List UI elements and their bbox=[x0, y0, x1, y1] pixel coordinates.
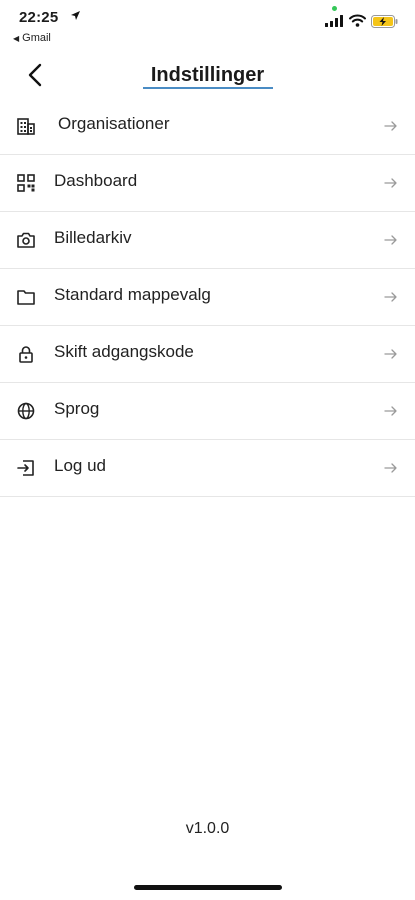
cellular-signal-icon bbox=[325, 15, 343, 27]
title-underline bbox=[143, 87, 273, 89]
menu-item-label: Dashboard bbox=[54, 171, 138, 190]
menu-item-label: Standard mappevalg bbox=[54, 285, 211, 304]
location-arrow-icon bbox=[71, 11, 80, 20]
arrow-right-icon bbox=[384, 121, 397, 131]
battery-charging-icon bbox=[371, 15, 398, 28]
arrow-right-icon bbox=[384, 292, 397, 302]
wifi-icon bbox=[349, 14, 366, 27]
menu-item-sprog[interactable]: Sprog bbox=[0, 383, 415, 440]
settings-menu: Organisationer Dashboard Billedarkiv Sta… bbox=[0, 98, 415, 497]
menu-item-label: Organisationer bbox=[58, 114, 170, 133]
menu-item-label: Sprog bbox=[54, 399, 100, 418]
menu-item-skift-adgangskode[interactable]: Skift adgangskode bbox=[0, 326, 415, 383]
menu-item-label: Log ud bbox=[54, 456, 106, 475]
menu-item-standard-mappevalg[interactable]: Standard mappevalg bbox=[0, 269, 415, 326]
lock-icon bbox=[19, 346, 33, 363]
menu-item-organisationer[interactable]: Organisationer bbox=[0, 98, 415, 155]
page-title: Indstillinger bbox=[150, 64, 265, 86]
home-indicator[interactable] bbox=[134, 885, 282, 890]
camera-icon bbox=[17, 232, 35, 248]
menu-item-dashboard[interactable]: Dashboard bbox=[0, 155, 415, 212]
menu-item-label: Skift adgangskode bbox=[54, 342, 194, 361]
status-bar: 22:25 ◀ Gmail bbox=[0, 0, 415, 50]
back-triangle-icon: ◀ bbox=[13, 34, 20, 43]
logout-icon bbox=[17, 460, 34, 476]
navigation-bar: Indstillinger bbox=[0, 52, 415, 100]
menu-item-log-ud[interactable]: Log ud bbox=[0, 440, 415, 497]
app-version: v1.0.0 bbox=[185, 820, 230, 837]
camera-in-use-indicator bbox=[332, 6, 337, 11]
status-time: 22:25 bbox=[19, 9, 59, 26]
arrow-right-icon bbox=[384, 235, 397, 245]
qr-grid-icon bbox=[17, 174, 35, 192]
arrow-right-icon bbox=[384, 178, 397, 188]
arrow-right-icon bbox=[384, 406, 397, 416]
building-icon bbox=[17, 118, 35, 135]
menu-item-label: Billedarkiv bbox=[54, 228, 132, 247]
arrow-right-icon bbox=[384, 463, 397, 473]
arrow-right-icon bbox=[384, 349, 397, 359]
back-app-label: Gmail bbox=[22, 32, 51, 44]
back-to-app-link[interactable]: ◀ Gmail bbox=[13, 32, 51, 44]
menu-item-billedarkiv[interactable]: Billedarkiv bbox=[0, 212, 415, 269]
folder-icon bbox=[17, 290, 35, 305]
globe-icon bbox=[17, 402, 35, 420]
